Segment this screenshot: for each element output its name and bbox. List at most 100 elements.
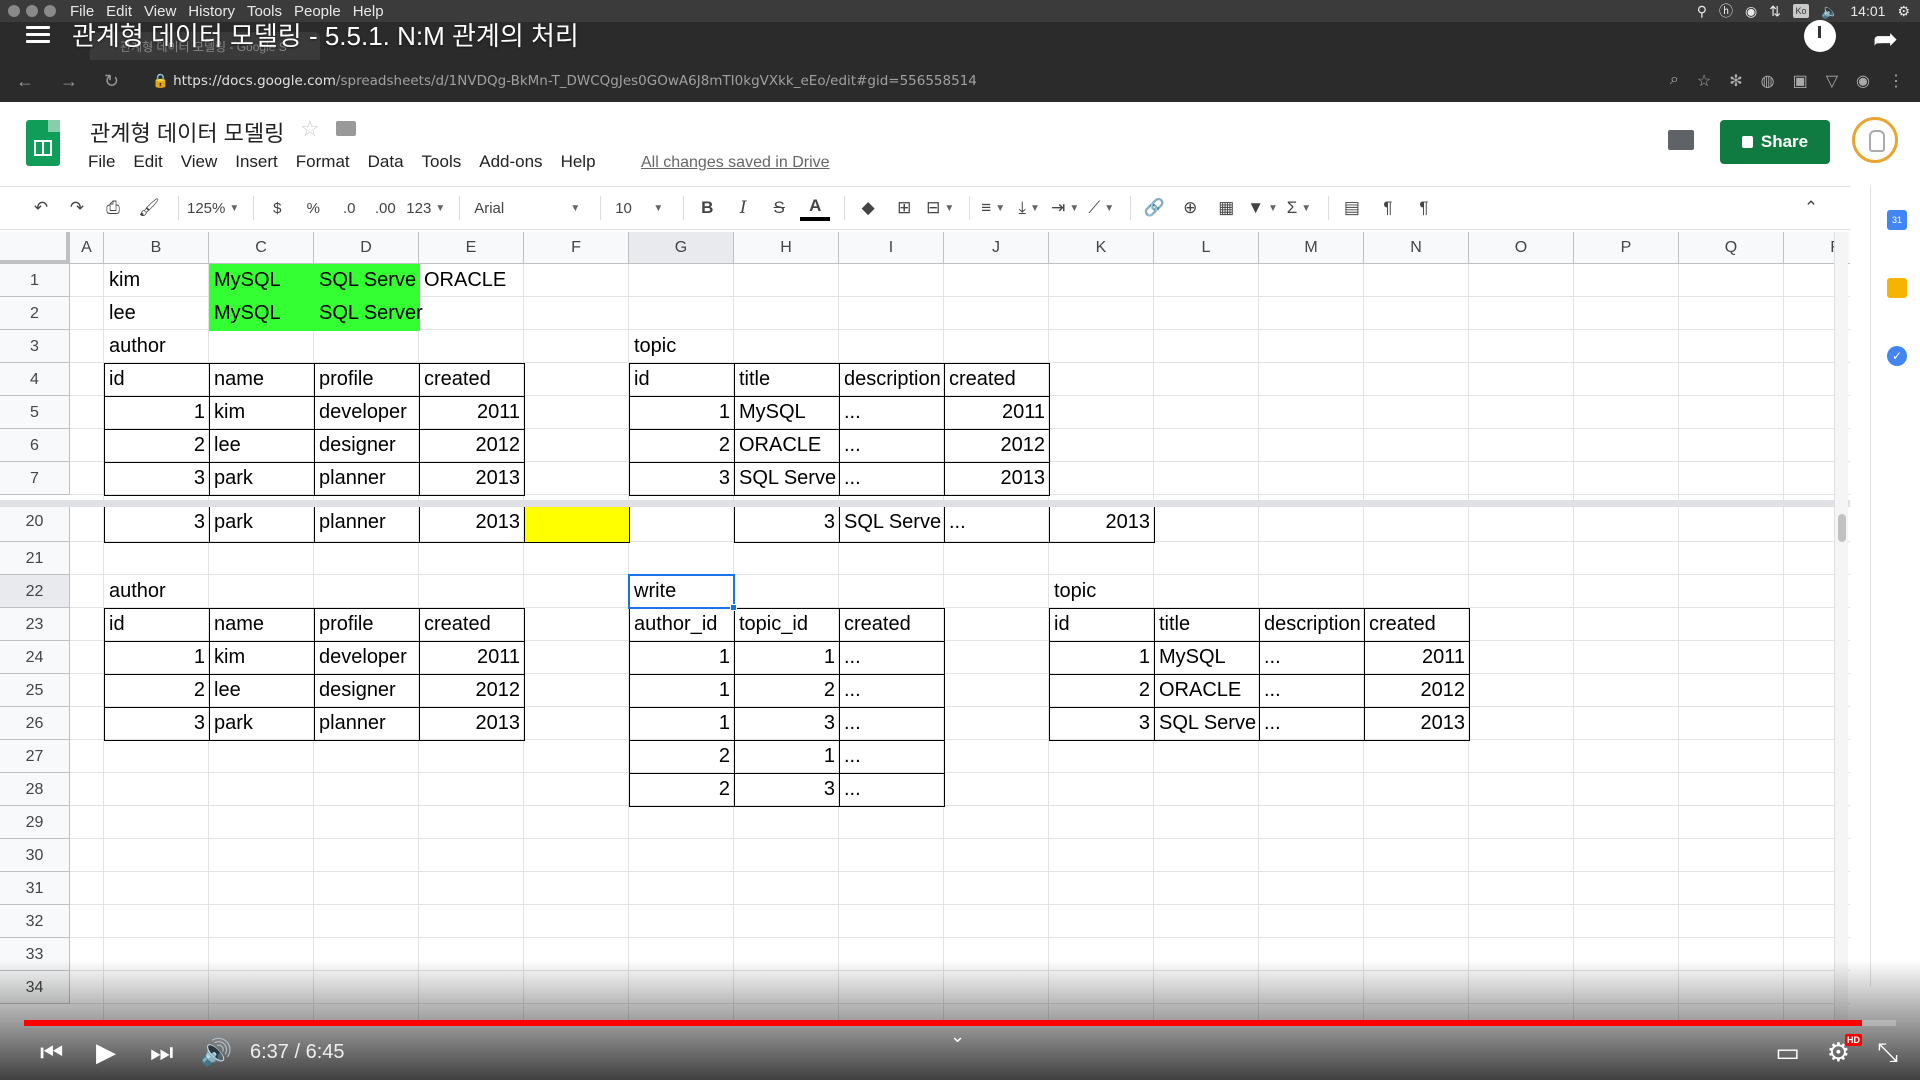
cell-d6[interactable]: designer [314,429,420,463]
bold-icon[interactable]: B [692,193,722,223]
calendar-icon[interactable]: 31 [1887,210,1907,230]
cell-h4[interactable]: title [734,363,840,397]
row-header-20[interactable]: 20 [0,502,70,542]
cell-e5[interactable]: 2011 [419,396,525,430]
merge-cells-icon[interactable]: ⊟ ▼ [925,193,955,223]
column-header-g[interactable]: G [629,232,734,264]
vertical-align-icon[interactable]: ⤓ ▼ [1014,193,1044,223]
maximize-window-icon[interactable] [44,5,56,17]
cell-area[interactable]: kim MySQL SQL Serve ORACLE lee MySQL SQL Serve… [70,264,1850,1022]
save-status-link[interactable]: All changes saved in Drive [641,154,830,172]
more-formats-select[interactable]: 123 ▼ [406,193,445,223]
previous-icon[interactable]: ⏮ [40,1030,63,1074]
sheets-logo-icon[interactable] [26,120,60,166]
hp-icon[interactable]: ⓗ [1719,1,1733,21]
cell-i5[interactable]: ... [839,396,945,430]
bookmark-star-icon[interactable]: ☆ [1697,71,1711,91]
cell-d25[interactable]: designer [314,674,420,708]
row-header-24[interactable]: 24 [0,641,70,674]
tasks-icon[interactable]: ✓ [1887,346,1907,366]
italic-icon[interactable]: I [728,193,758,223]
column-header-f[interactable]: F [524,232,629,264]
cell-l24[interactable]: MySQL [1154,641,1260,675]
cell-b7[interactable]: 3 [104,462,210,496]
cell-c25[interactable]: lee [209,674,315,708]
cell-c2[interactable]: MySQL [209,297,315,331]
cell-d26[interactable]: planner [314,707,420,741]
cell-b24[interactable]: 1 [104,641,210,675]
cell-e6[interactable]: 2012 [419,429,525,463]
cell-d2[interactable]: SQL Server [314,297,423,331]
extension-icon[interactable]: ✻ [1729,71,1742,91]
menu-edit[interactable]: Edit [133,152,162,172]
cell-e20[interactable]: 2013 [419,502,525,543]
cell-h28[interactable]: 3 [734,773,840,807]
row-header-3[interactable]: 3 [0,330,70,363]
row-header-30[interactable]: 30 [0,839,70,872]
extension-icon-3[interactable]: ▽ [1826,71,1838,91]
cell-m24[interactable]: ... [1259,641,1365,675]
network-icon[interactable]: ⇅ [1769,3,1781,20]
cell-i24[interactable]: ... [839,641,945,675]
cell-c26[interactable]: park [209,707,315,741]
settings-gear-icon[interactable]: ⚙ [1897,3,1910,20]
cell-k24[interactable]: 1 [1049,641,1155,675]
column-header-m[interactable]: M [1259,232,1364,264]
menu-insert[interactable]: Insert [235,152,278,172]
cell-d7[interactable]: planner [314,462,420,496]
cell-b25[interactable]: 2 [104,674,210,708]
row-header-28[interactable]: 28 [0,773,70,806]
input-tools-icon[interactable]: ▤ [1337,193,1367,223]
cell-i28[interactable]: ... [839,773,945,807]
chrome-icon[interactable]: ◉ [1745,3,1757,20]
document-title[interactable]: 관계형 데이터 모델링 [90,116,284,148]
keep-icon[interactable] [1887,278,1907,298]
cell-m26[interactable]: ... [1259,707,1365,741]
cell-m25[interactable]: ... [1259,674,1365,708]
text-rotation-icon[interactable]: ⟋ ▼ [1086,193,1116,223]
row-header-1[interactable]: 1 [0,264,70,297]
insert-link-icon[interactable]: 🔗 [1139,193,1169,223]
cell-m23[interactable]: description [1259,608,1365,642]
volume-icon[interactable]: 🔈 [1821,3,1838,20]
subtitles-icon[interactable]: ▭ [1775,1030,1800,1074]
cell-e25[interactable]: 2012 [419,674,525,708]
star-icon[interactable]: ☆ [300,116,320,142]
explore-lightbulb-icon[interactable] [1852,117,1898,163]
reload-icon[interactable]: ↻ [104,71,132,92]
cell-i20[interactable]: SQL Serve [839,502,945,543]
cell-h25[interactable]: 2 [734,674,840,708]
cell-i23[interactable]: created [839,608,945,642]
row-header-22[interactable]: 22 [0,575,70,608]
row-header-7[interactable]: 7 [0,462,70,495]
text-color-icon[interactable]: A [800,195,831,221]
column-header-b[interactable]: B [104,232,209,264]
font-size-select[interactable]: 10 ▼ [609,193,669,223]
column-header-q[interactable]: Q [1679,232,1784,264]
cell-k25[interactable]: 2 [1049,674,1155,708]
cell-i6[interactable]: ... [839,429,945,463]
cell-b26[interactable]: 3 [104,707,210,741]
cell-h7[interactable]: SQL Serve [734,462,840,496]
cell-d24[interactable]: developer [314,641,420,675]
cell-i7[interactable]: ... [839,462,945,496]
cell-j7[interactable]: 2013 [944,462,1050,496]
column-header-j[interactable]: J [944,232,1049,264]
menu-tools[interactable]: Tools [422,152,462,172]
cell-g4[interactable]: id [629,363,735,397]
row-header-32[interactable]: 32 [0,905,70,938]
cell-g23[interactable]: author_id [629,608,735,642]
row-header-25[interactable]: 25 [0,674,70,707]
cell-g28[interactable]: 2 [629,773,735,807]
cell-g5[interactable]: 1 [629,396,735,430]
row-header-4[interactable]: 4 [0,363,70,396]
cell-b6[interactable]: 2 [104,429,210,463]
column-header-d[interactable]: D [314,232,419,264]
cell-k22[interactable]: topic [1049,575,1155,609]
cell-k20[interactable]: 2013 [1049,502,1155,543]
cell-c5[interactable]: kim [209,396,315,430]
column-header-o[interactable]: O [1469,232,1574,264]
column-header-i[interactable]: I [839,232,944,264]
cell-h27[interactable]: 1 [734,740,840,774]
strikethrough-icon[interactable]: S [764,193,794,223]
